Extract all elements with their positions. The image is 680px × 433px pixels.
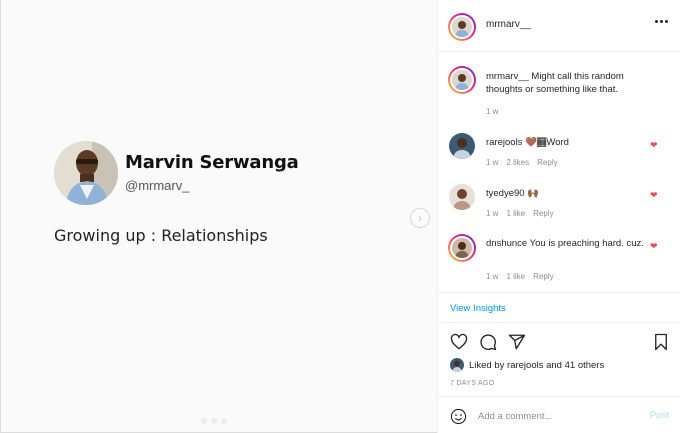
post-actions: Liked by rarejools and 41 others 7 DAYS … bbox=[438, 322, 680, 394]
post-media[interactable]: Marvin Serwanga @mrmarv_ Growing up : Re… bbox=[0, 0, 437, 433]
reply-button[interactable]: Reply bbox=[533, 209, 553, 218]
comment-avatar[interactable] bbox=[449, 184, 475, 210]
heart-icon[interactable] bbox=[450, 333, 468, 351]
author-handle: @mrmarv_ bbox=[125, 178, 190, 193]
header-username[interactable]: mrmarv__ bbox=[486, 19, 531, 30]
header-avatar[interactable] bbox=[448, 13, 476, 41]
comment-username[interactable]: rarejools bbox=[486, 137, 522, 148]
comment-text: dnshunce You is preaching hard. cuz. bbox=[486, 237, 646, 250]
insights-bar: View Insights bbox=[438, 292, 680, 322]
comment-icon[interactable] bbox=[479, 333, 497, 351]
comment-likes[interactable]: 1 like bbox=[506, 209, 525, 218]
carousel-dot bbox=[201, 418, 207, 424]
liked-by-prefix: Liked by bbox=[469, 359, 508, 371]
liked-by-user[interactable]: rarejools bbox=[507, 360, 543, 371]
reply-button[interactable]: Reply bbox=[537, 158, 557, 167]
caption-meta: 1 w bbox=[486, 107, 498, 116]
caption-username[interactable]: mrmarv__ bbox=[486, 71, 529, 82]
liked-by-text: Liked by rarejools and 41 others bbox=[469, 360, 604, 371]
comment-time[interactable]: 1 w bbox=[486, 158, 498, 167]
caption-time[interactable]: 1 w bbox=[486, 107, 498, 116]
liked-by-avatar[interactable] bbox=[450, 358, 464, 372]
carousel-dot bbox=[211, 418, 217, 424]
comment-like-heart-icon[interactable]: ❤ bbox=[650, 242, 659, 251]
comment-text: tyedye90 🙌🏾 bbox=[486, 187, 646, 200]
carousel-dots bbox=[201, 418, 227, 424]
comment-username[interactable]: tyedye90 bbox=[486, 188, 525, 199]
chevron-right-icon: › bbox=[418, 211, 422, 225]
post-text: Growing up : Relationships bbox=[54, 226, 268, 245]
comment-meta: 1 w 1 like Reply bbox=[486, 209, 554, 218]
author-avatar bbox=[54, 141, 118, 205]
comment-meta: 1 w 1 like Reply bbox=[486, 272, 554, 281]
more-options-icon[interactable] bbox=[655, 20, 668, 23]
share-icon[interactable] bbox=[508, 333, 526, 351]
view-insights-link[interactable]: View Insights bbox=[450, 303, 506, 314]
comment-meta: 1 w 2 likes Reply bbox=[486, 158, 558, 167]
comment-username[interactable]: dnshunce bbox=[486, 238, 527, 249]
comment-like-heart-icon[interactable]: ❤ bbox=[650, 191, 659, 200]
comment-like-heart-icon[interactable]: ❤ bbox=[650, 141, 659, 150]
liked-by-others[interactable]: 41 others bbox=[565, 360, 605, 371]
post-date[interactable]: 7 DAYS AGO bbox=[450, 380, 495, 387]
comments-list: mrmarv__ Might call this random thoughts… bbox=[438, 52, 680, 292]
liked-by: Liked by rarejools and 41 others bbox=[450, 358, 604, 372]
comment-likes[interactable]: 2 likes bbox=[506, 158, 529, 167]
comment-text: rarejools 🤎🏾Word bbox=[486, 136, 646, 149]
comment-body: You is preaching hard. cuz. bbox=[529, 238, 644, 249]
carousel-dot bbox=[221, 418, 227, 424]
caption-text: mrmarv__ Might call this random thoughts… bbox=[486, 70, 646, 96]
comment-body: 🤎🏾Word bbox=[525, 137, 569, 148]
comment-likes[interactable]: 1 like bbox=[506, 272, 525, 281]
emoji-icon[interactable] bbox=[450, 408, 467, 425]
comment-avatar[interactable] bbox=[449, 133, 475, 159]
comment-time[interactable]: 1 w bbox=[486, 272, 498, 281]
add-comment-bar: Post bbox=[438, 396, 680, 433]
comment-body: 🙌🏾 bbox=[527, 188, 540, 199]
liked-by-and: and bbox=[543, 359, 565, 371]
post-header: mrmarv__ bbox=[438, 0, 680, 52]
reply-button[interactable]: Reply bbox=[533, 272, 553, 281]
comment-input[interactable] bbox=[478, 408, 628, 424]
next-slide-button[interactable]: › bbox=[410, 208, 430, 228]
comment-time[interactable]: 1 w bbox=[486, 209, 498, 218]
author-name: Marvin Serwanga bbox=[125, 152, 299, 173]
post-sidebar: mrmarv__ mrmarv__ Might call this random… bbox=[437, 0, 680, 433]
caption-avatar[interactable] bbox=[448, 66, 476, 94]
comment-avatar[interactable] bbox=[448, 234, 476, 262]
bookmark-icon[interactable] bbox=[652, 333, 670, 351]
post-comment-button[interactable]: Post bbox=[650, 410, 669, 421]
